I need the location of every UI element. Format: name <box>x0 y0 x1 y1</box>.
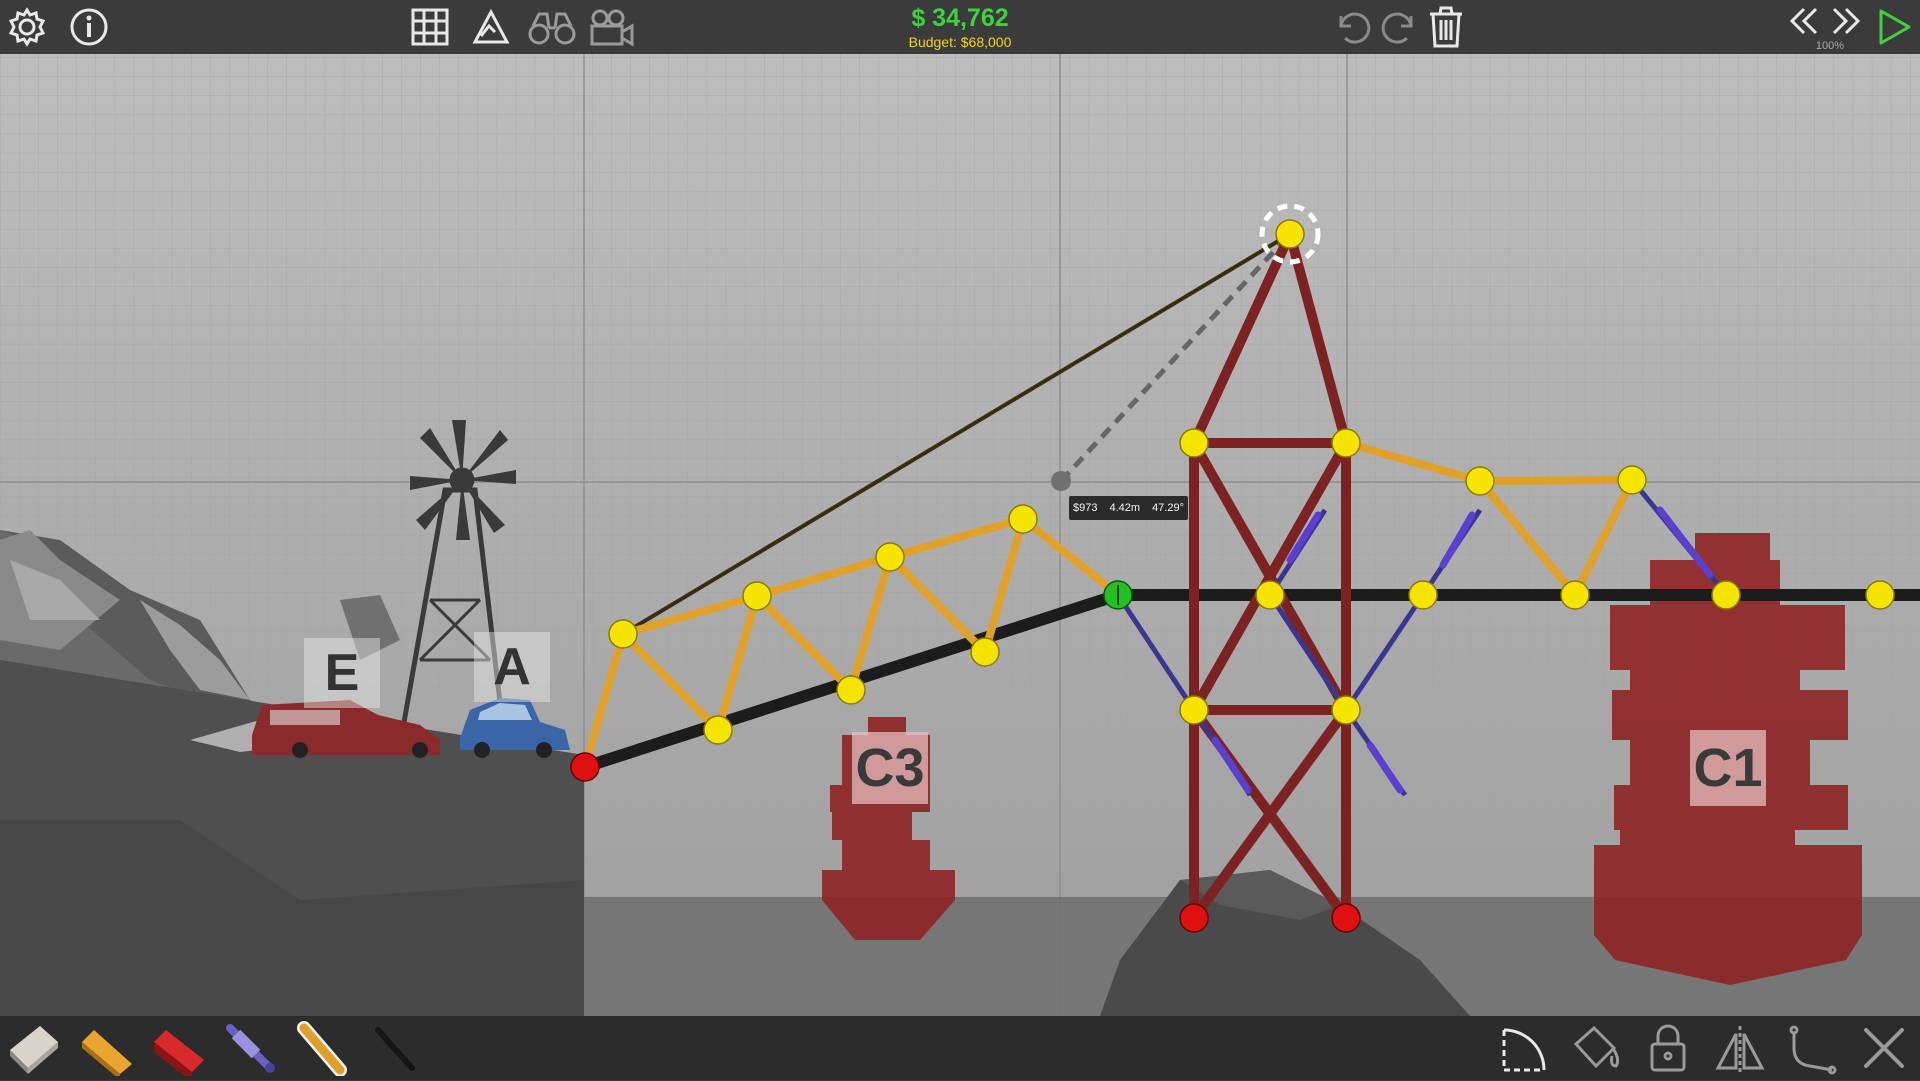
settings-icon[interactable] <box>6 6 48 48</box>
joint[interactable] <box>1617 465 1647 495</box>
joint[interactable] <box>1331 428 1361 458</box>
anchor-joint[interactable] <box>1179 903 1209 933</box>
vehicle-a-label: A <box>474 632 550 702</box>
road-material-icon[interactable] <box>6 1020 62 1076</box>
beam-length: 4.42m <box>1109 502 1141 514</box>
joint[interactable] <box>742 581 772 611</box>
beam-angle: 47.29° <box>1152 502 1184 514</box>
grid-icon[interactable] <box>408 6 452 48</box>
wood-material-icon[interactable] <box>78 1020 134 1080</box>
joint[interactable] <box>1179 695 1209 725</box>
fast-forward-icon[interactable] <box>1828 2 1864 40</box>
joint[interactable] <box>1711 580 1741 610</box>
joint[interactable] <box>608 619 638 649</box>
rope-material-icon[interactable] <box>294 1020 350 1077</box>
top-toolbar: $ 34,762 Budget: $68,000 100% <box>0 0 1920 54</box>
play-icon[interactable] <box>1872 6 1914 48</box>
redo-icon[interactable] <box>1378 6 1422 48</box>
joint[interactable] <box>1275 219 1305 249</box>
joint[interactable] <box>703 715 733 745</box>
selected-joint-group <box>1103 580 1133 610</box>
joint[interactable] <box>1465 466 1495 496</box>
paint-bucket-icon[interactable] <box>1568 1020 1624 1076</box>
joint[interactable] <box>1560 580 1590 610</box>
joint[interactable] <box>1008 504 1038 534</box>
anchor-joint[interactable] <box>1331 903 1361 933</box>
joint[interactable] <box>970 637 1000 667</box>
beam-cost: $973 <box>1073 502 1098 514</box>
steel-material-icon[interactable] <box>150 1020 206 1081</box>
curve-tool-icon[interactable] <box>1784 1020 1840 1076</box>
info-icon[interactable] <box>68 6 110 48</box>
preview-joint <box>1051 471 1071 491</box>
lock-icon[interactable] <box>1640 1020 1696 1076</box>
joint[interactable] <box>1408 580 1438 610</box>
joint[interactable] <box>1179 428 1209 458</box>
rewind-icon[interactable] <box>1786 2 1822 40</box>
joint[interactable] <box>875 542 905 572</box>
mirror-icon[interactable] <box>1712 1020 1768 1076</box>
binoculars-icon[interactable] <box>524 6 580 48</box>
build-canvas[interactable]: $973 4.42m 47.29° E A C3 C1 <box>0 54 1920 1016</box>
joint[interactable] <box>1255 580 1285 610</box>
stress-view-icon[interactable] <box>468 6 512 48</box>
camera-icon[interactable] <box>586 6 636 48</box>
beam-info-tooltip: $973 4.42m 47.29° <box>1069 496 1188 520</box>
checkpoint-c3-label: C3 <box>852 732 928 804</box>
cable-material-icon[interactable] <box>366 1020 422 1076</box>
budget-label: Budget: $68,000 <box>908 34 1012 50</box>
trash-icon[interactable] <box>1424 4 1468 50</box>
hydraulic-material-icon[interactable] <box>222 1020 278 1076</box>
checkpoint-c1-label: C1 <box>1690 730 1766 806</box>
joint[interactable] <box>1865 580 1895 610</box>
joint[interactable] <box>1331 695 1361 725</box>
sim-speed-label: 100% <box>1815 40 1845 52</box>
current-cost: $ 34,762 <box>911 4 1009 32</box>
anchor-joint[interactable] <box>570 752 600 782</box>
close-icon[interactable] <box>1856 1020 1912 1076</box>
bottom-toolbar <box>0 1016 1920 1081</box>
vehicle-e-label: E <box>304 638 380 708</box>
arc-tool-icon[interactable] <box>1496 1020 1552 1076</box>
joint[interactable] <box>836 675 866 705</box>
undo-icon[interactable] <box>1330 6 1374 48</box>
